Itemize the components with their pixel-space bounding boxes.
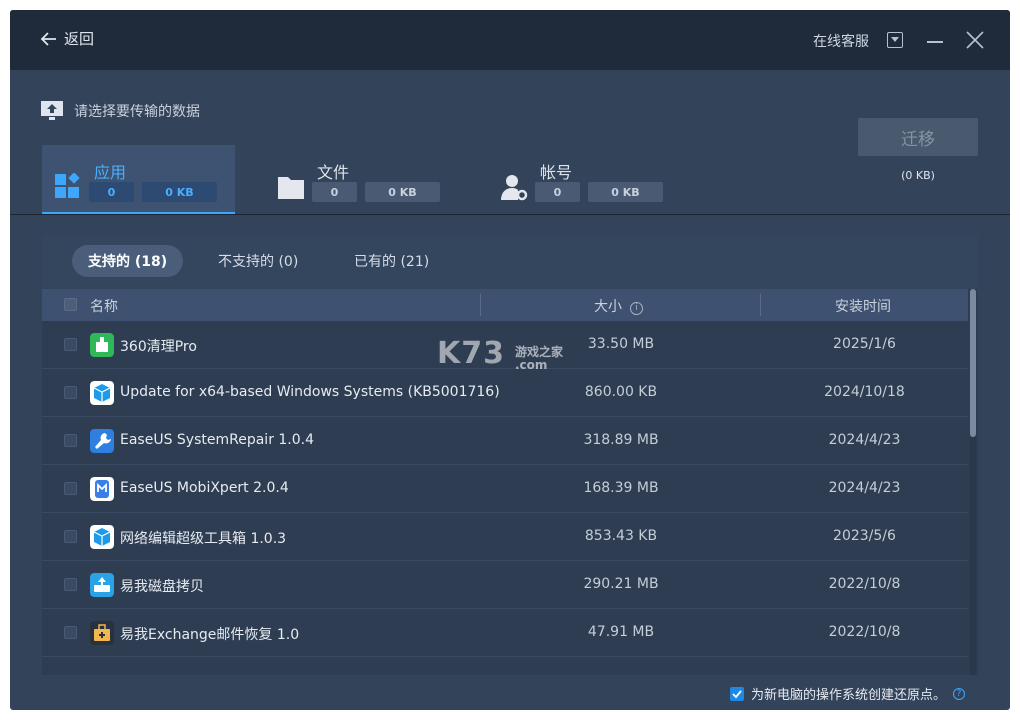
tab-existing[interactable]: 已有的 (21) — [338, 245, 445, 277]
app-size: 47.91 MB — [587, 624, 655, 640]
back-button[interactable]: 返回 — [40, 28, 94, 49]
apps-icon — [55, 173, 80, 198]
tab-unsupported[interactable]: 不支持的 (0) — [202, 245, 314, 277]
list-scrollbar[interactable] — [970, 289, 976, 675]
restore-point-label: 为新电脑的操作系统创建还原点。 — [751, 688, 947, 703]
category-accounts[interactable]: 帐号 0 0 KB — [488, 145, 681, 214]
category-count: 0 — [312, 182, 357, 202]
column-install-date[interactable]: 安装时间 — [835, 296, 891, 316]
app-name: EaseUS SystemRepair 1.0.4 — [120, 432, 315, 448]
row-checkbox[interactable] — [64, 626, 77, 639]
app-install-date: 2024/4/23 — [828, 480, 901, 496]
package-app-icon — [90, 525, 114, 549]
table-row[interactable] — [42, 657, 968, 675]
migrate-size: (0 KB) — [901, 169, 935, 182]
column-size[interactable]: 大小 i — [594, 296, 643, 316]
app-name: EaseUS MobiXpert 2.0.4 — [120, 480, 289, 496]
table-header: 名称 大小 i 安装时间 — [42, 289, 968, 321]
account-icon — [501, 175, 528, 201]
app-install-date: 2024/10/18 — [824, 384, 905, 400]
category-files[interactable]: 文件 0 0 KB — [265, 145, 458, 214]
restore-point-option[interactable]: 为新电脑的操作系统创建还原点。 ? — [730, 684, 966, 703]
watermark-text: 游戏之家 .com — [515, 346, 563, 372]
upload-monitor-icon — [41, 101, 63, 120]
category-label: 文件 — [317, 163, 350, 182]
online-service-link[interactable]: 在线客服 — [813, 31, 869, 51]
select-data-prompt: 请选择要传输的数据 — [40, 100, 200, 122]
table-row[interactable]: 360清理Pro 33.50 MB 2025/1/6 — [42, 321, 968, 369]
app-name: 易我磁盘拷贝 — [120, 579, 204, 595]
info-icon[interactable]: i — [630, 302, 643, 315]
row-checkbox[interactable] — [64, 338, 77, 351]
app-size: 318.89 MB — [583, 432, 659, 448]
table-row[interactable]: 易我磁盘拷贝 290.21 MB 2022/10/8 — [42, 561, 968, 609]
category-apps[interactable]: 应用 0 0 KB — [42, 145, 235, 214]
watermark-line: .com — [515, 358, 548, 372]
app-name: Update for x64-based Windows Systems (KB… — [120, 384, 500, 400]
column-divider[interactable] — [480, 294, 481, 316]
row-checkbox[interactable] — [64, 530, 77, 543]
help-icon[interactable]: ? — [953, 687, 966, 700]
table-row[interactable]: 易我Exchange邮件恢复 1.0 47.91 MB 2022/10/8 — [42, 609, 968, 657]
app-size: 860.00 KB — [584, 384, 658, 400]
app-name: 360清理Pro — [120, 339, 197, 355]
dropdown-menu-icon[interactable] — [887, 32, 903, 48]
subtitle-text: 请选择要传输的数据 — [74, 104, 200, 120]
checkmark-icon — [732, 689, 742, 698]
category-count: 0 — [89, 182, 134, 202]
title-bar: 返回 在线客服 — [10, 10, 1010, 70]
repair-app-icon — [90, 429, 114, 453]
column-divider[interactable] — [760, 294, 761, 316]
cleaner-app-icon — [90, 333, 114, 357]
disk-copy-app-icon — [90, 573, 114, 597]
mobixpert-app-icon — [90, 477, 114, 501]
app-list: 360清理Pro 33.50 MB 2025/1/6 Update for x6… — [42, 321, 968, 675]
tab-supported[interactable]: 支持的 (18) — [72, 245, 184, 277]
app-install-date: 2024/4/23 — [828, 432, 901, 448]
table-row[interactable]: EaseUS MobiXpert 2.0.4 168.39 MB 2024/4/… — [42, 465, 968, 513]
minimize-icon[interactable] — [927, 41, 943, 43]
row-checkbox[interactable] — [64, 434, 77, 447]
back-label: 返回 — [64, 30, 95, 48]
folder-icon — [278, 177, 304, 199]
row-checkbox[interactable] — [64, 386, 77, 399]
app-size: 853.43 KB — [584, 528, 658, 544]
app-list-panel: 支持的 (18) 不支持的 (0) 已有的 (21) 名称 大小 i 安装时间 — [42, 235, 978, 675]
category-label: 帐号 — [540, 163, 573, 182]
category-count: 0 — [535, 182, 580, 202]
column-name[interactable]: 名称 — [90, 296, 118, 316]
app-install-date: 2022/10/8 — [828, 624, 901, 640]
migrate-button[interactable]: 迁移 — [858, 118, 978, 156]
back-arrow-icon — [40, 31, 56, 46]
row-checkbox[interactable] — [64, 482, 77, 495]
app-install-date: 2023/5/6 — [833, 528, 896, 544]
restore-point-checkbox[interactable] — [730, 686, 744, 701]
app-size: 290.21 MB — [583, 576, 659, 592]
select-all-checkbox[interactable] — [64, 298, 77, 311]
app-size: 168.39 MB — [583, 480, 659, 496]
row-checkbox[interactable] — [64, 578, 77, 591]
app-name: 易我Exchange邮件恢复 1.0 — [120, 627, 300, 643]
table-row[interactable]: EaseUS SystemRepair 1.0.4 318.89 MB 2024… — [42, 417, 968, 465]
mail-recovery-app-icon — [90, 621, 114, 645]
table-row[interactable]: 网络编辑超级工具箱 1.0.3 853.43 KB 2023/5/6 — [42, 513, 968, 561]
table-row[interactable]: Update for x64-based Windows Systems (KB… — [42, 369, 968, 417]
scrollbar-thumb[interactable] — [970, 289, 976, 437]
app-install-date: 2025/1/6 — [833, 336, 896, 352]
app-install-date: 2022/10/8 — [828, 576, 901, 592]
category-label: 应用 — [94, 163, 127, 182]
category-size: 0 KB — [142, 182, 217, 202]
package-app-icon — [90, 381, 114, 405]
watermark-logo: K73 — [437, 336, 505, 371]
app-name: 网络编辑超级工具箱 1.0.3 — [120, 531, 287, 547]
filter-tabs: 支持的 (18) 不支持的 (0) 已有的 (21) — [42, 235, 978, 289]
data-selection-header: 请选择要传输的数据 应用 0 0 KB 文件 0 0 KB 帐号 0 0 KB … — [10, 70, 1010, 215]
category-size: 0 KB — [365, 182, 440, 202]
category-size: 0 KB — [588, 182, 663, 202]
close-icon[interactable] — [965, 30, 985, 50]
column-size-label: 大小 — [594, 299, 622, 315]
app-window: 返回 在线客服 请选择要传输的数据 应用 0 0 KB 文件 0 0 KB 帐号… — [10, 10, 1010, 710]
